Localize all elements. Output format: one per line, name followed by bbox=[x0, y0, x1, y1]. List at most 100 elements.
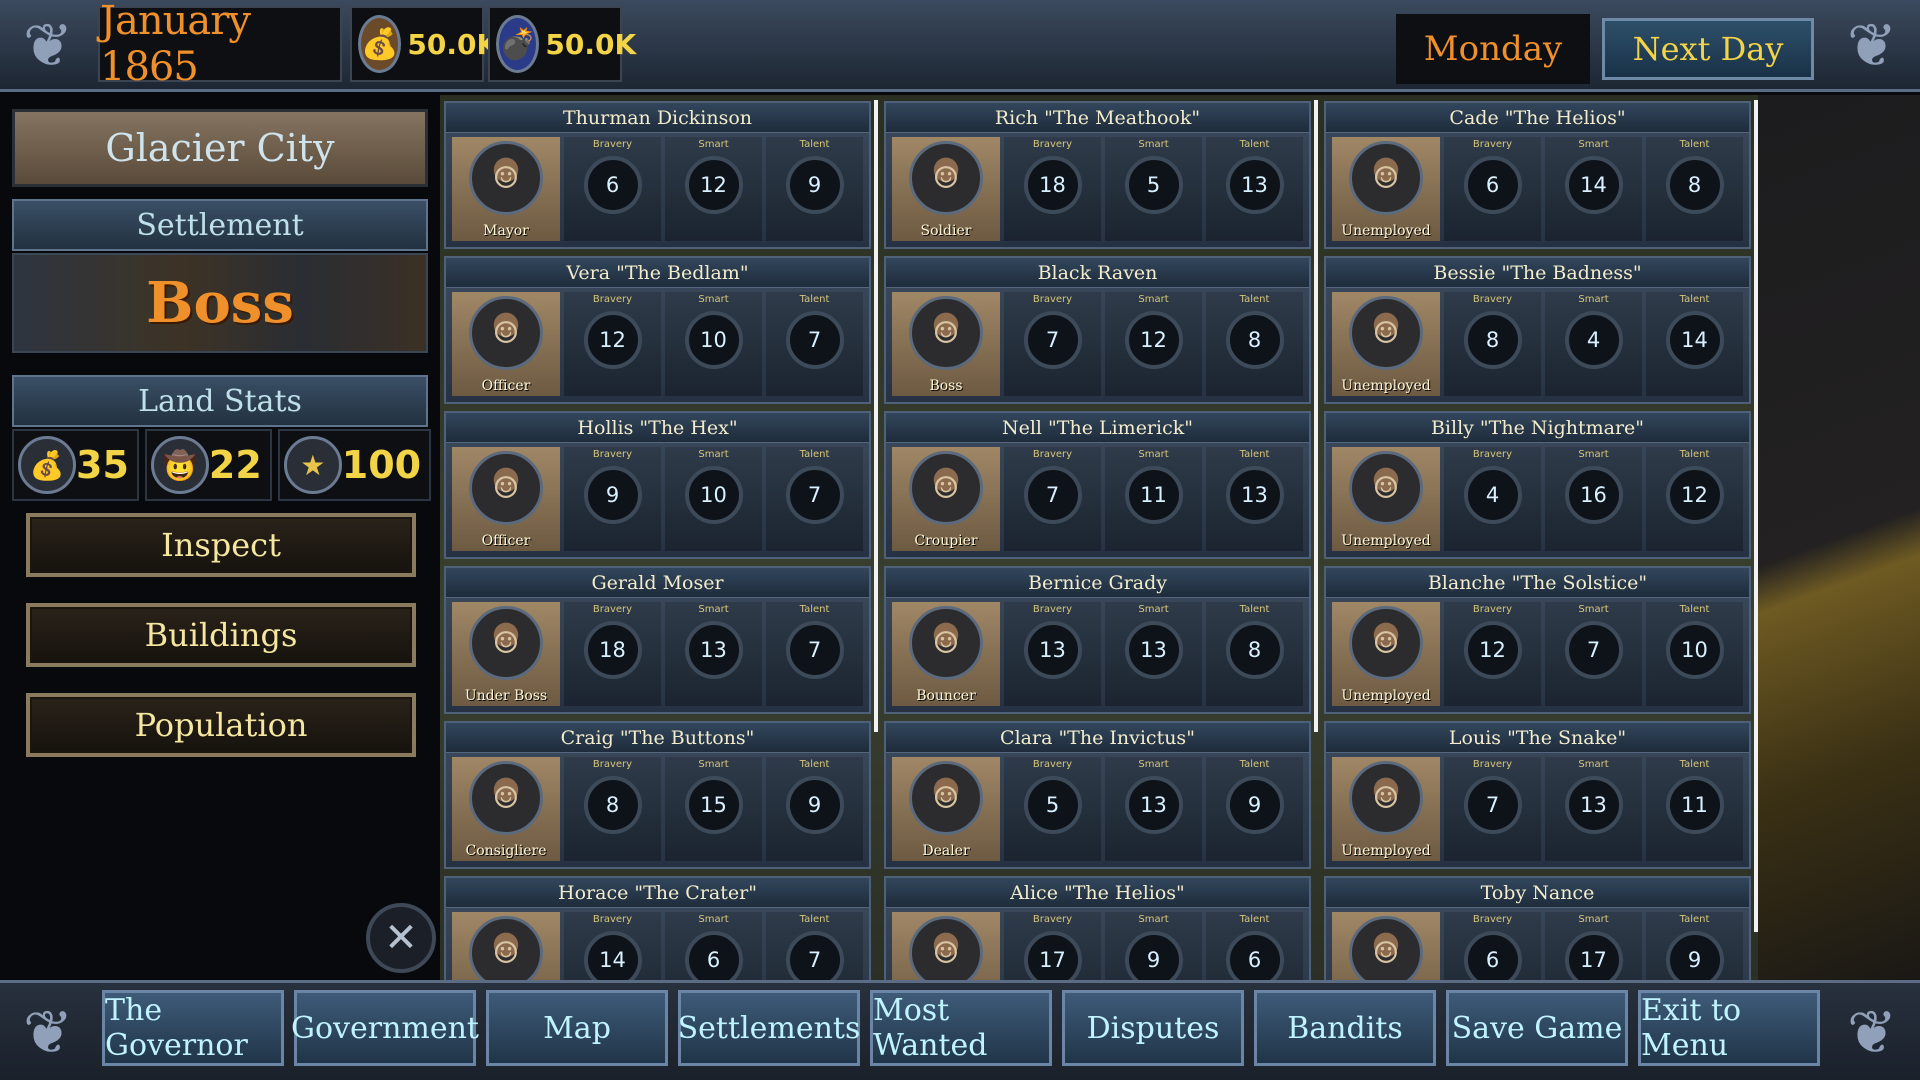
smart-stat: Smart 6 bbox=[665, 912, 762, 980]
smart-stat: Smart 4 bbox=[1545, 292, 1642, 396]
bravery-label: Bravery bbox=[1472, 294, 1513, 305]
government-button[interactable]: Government bbox=[291, 990, 479, 1066]
most-wanted-button[interactable]: Most Wanted bbox=[870, 990, 1052, 1066]
person-body: ☺ Consigliere Bravery 8 Smart 15 Talent … bbox=[452, 757, 863, 861]
smart-value: 10 bbox=[684, 466, 743, 524]
person-card[interactable]: Alice "The Helios" ☺ Bravery 17 Smart 9 … bbox=[884, 876, 1311, 980]
person-card[interactable]: Horace "The Crater" ☺ Bravery 14 Smart 6… bbox=[444, 876, 871, 980]
person-card[interactable]: Hollis "The Hex" ☺ Officer Bravery 9 Sma… bbox=[444, 411, 871, 559]
person-card[interactable]: Thurman Dickinson ☺ Mayor Bravery 6 Smar… bbox=[444, 101, 871, 249]
money-bag-icon: 💰 bbox=[18, 436, 76, 494]
bravery-value: 7 bbox=[1463, 776, 1522, 834]
bravery-value: 8 bbox=[1463, 311, 1522, 369]
bravery-label: Bravery bbox=[1472, 604, 1513, 615]
person-card[interactable]: Vera "The Bedlam" ☺ Officer Bravery 12 S… bbox=[444, 256, 871, 404]
governor-button[interactable]: The Governor bbox=[102, 990, 284, 1066]
person-card[interactable]: Nell "The Limerick" ☺ Croupier Bravery 7… bbox=[884, 411, 1311, 559]
person-role: Unemployed bbox=[1341, 378, 1431, 394]
person-card[interactable]: Bessie "The Badness" ☺ Unemployed Braver… bbox=[1324, 256, 1751, 404]
talent-value: 14 bbox=[1665, 311, 1724, 369]
person-card[interactable]: Toby Nance ☺ Bravery 6 Smart 17 Talent 9 bbox=[1324, 876, 1751, 980]
smart-label: Smart bbox=[1578, 604, 1609, 615]
talent-value: 8 bbox=[1665, 156, 1724, 214]
settlement-title: Boss bbox=[146, 270, 294, 336]
person-name: Black Raven bbox=[886, 258, 1309, 288]
bravery-value: 5 bbox=[1023, 776, 1082, 834]
settlements-button[interactable]: Settlements bbox=[678, 990, 860, 1066]
person-role: Croupier bbox=[914, 533, 978, 549]
person-portrait-icon: ☺ bbox=[1349, 916, 1423, 980]
column-scrollbar[interactable] bbox=[1754, 100, 1758, 932]
person-card[interactable]: Blanche "The Solstice" ☺ Unemployed Brav… bbox=[1324, 566, 1751, 714]
smart-stat: Smart 10 bbox=[665, 447, 762, 551]
inspect-button[interactable]: Inspect bbox=[26, 513, 416, 577]
person-body: ☺ Mayor Bravery 6 Smart 12 Talent 9 bbox=[452, 137, 863, 241]
map-button[interactable]: Map bbox=[486, 990, 668, 1066]
bravery-value: 12 bbox=[1463, 621, 1522, 679]
person-card[interactable]: Louis "The Snake" ☺ Unemployed Bravery 7… bbox=[1324, 721, 1751, 869]
bandits-button[interactable]: Bandits bbox=[1254, 990, 1436, 1066]
column-scrollbar[interactable] bbox=[1314, 100, 1318, 732]
money-bag-icon: 💰 bbox=[358, 15, 402, 73]
smart-value: 12 bbox=[1124, 311, 1183, 369]
person-card[interactable]: Clara "The Invictus" ☺ Dealer Bravery 5 … bbox=[884, 721, 1311, 869]
person-card[interactable]: Craig "The Buttons" ☺ Consigliere Braver… bbox=[444, 721, 871, 869]
talent-label: Talent bbox=[1239, 759, 1270, 770]
talent-label: Talent bbox=[799, 914, 830, 925]
bravery-stat: Bravery 5 bbox=[1004, 757, 1101, 861]
person-card[interactable]: Cade "The Helios" ☺ Unemployed Bravery 6… bbox=[1324, 101, 1751, 249]
bravery-label: Bravery bbox=[592, 139, 633, 150]
close-x-icon[interactable]: ✕ bbox=[366, 903, 436, 973]
person-role: Mayor bbox=[483, 223, 529, 239]
talent-stat: Talent 7 bbox=[766, 602, 863, 706]
buildings-button[interactable]: Buildings bbox=[26, 603, 416, 667]
smart-label: Smart bbox=[698, 294, 729, 305]
talent-stat: Talent 9 bbox=[766, 137, 863, 241]
smart-stat: Smart 12 bbox=[665, 137, 762, 241]
bravery-stat: Bravery 4 bbox=[1444, 447, 1541, 551]
person-role: Officer bbox=[481, 533, 531, 549]
ammo-resource: 💣 50.0K bbox=[488, 6, 636, 82]
bravery-value: 9 bbox=[583, 466, 642, 524]
smart-stat: Smart 11 bbox=[1105, 447, 1202, 551]
exit-to-menu-button[interactable]: Exit to Menu bbox=[1638, 990, 1820, 1066]
city-name: Glacier City bbox=[12, 109, 428, 187]
scene-backdrop bbox=[1758, 95, 1920, 980]
bravery-value: 17 bbox=[1023, 931, 1082, 980]
person-portrait-icon: ☺ bbox=[1349, 141, 1423, 215]
bravery-value: 4 bbox=[1463, 466, 1522, 524]
smart-label: Smart bbox=[1578, 914, 1609, 925]
population-button[interactable]: Population bbox=[26, 693, 416, 757]
star-icon: ★ bbox=[283, 436, 342, 494]
person-body: ☺ Unemployed Bravery 12 Smart 7 Talent 1… bbox=[1332, 602, 1743, 706]
bravery-label: Bravery bbox=[1472, 449, 1513, 460]
settlement-panel: Glacier City Settlement Boss Land Stats … bbox=[0, 95, 440, 975]
land-stat-money: 💰 35 bbox=[12, 429, 139, 501]
person-card[interactable]: Gerald Moser ☺ Under Boss Bravery 18 Sma… bbox=[444, 566, 871, 714]
smart-value: 5 bbox=[1124, 156, 1183, 214]
bravery-stat: Bravery 12 bbox=[1444, 602, 1541, 706]
smart-stat: Smart 7 bbox=[1545, 602, 1642, 706]
person-card[interactable]: Rich "The Meathook" ☺ Soldier Bravery 18… bbox=[884, 101, 1311, 249]
talent-label: Talent bbox=[799, 604, 830, 615]
portrait-cell: ☺ Unemployed bbox=[1332, 757, 1440, 861]
next-day-button[interactable]: Next Day bbox=[1602, 18, 1814, 80]
person-card[interactable]: Billy "The Nightmare" ☺ Unemployed Brave… bbox=[1324, 411, 1751, 559]
smart-label: Smart bbox=[698, 759, 729, 770]
column-scrollbar[interactable] bbox=[874, 100, 878, 732]
disputes-button[interactable]: Disputes bbox=[1062, 990, 1244, 1066]
ornament-corner-icon: ❦ bbox=[1846, 11, 1898, 81]
ammo-value: 50.0K bbox=[545, 27, 637, 61]
smart-value: 13 bbox=[1564, 776, 1623, 834]
talent-label: Talent bbox=[799, 449, 830, 460]
person-card[interactable]: Black Raven ☺ Boss Bravery 7 Smart 12 Ta… bbox=[884, 256, 1311, 404]
bravery-stat: Bravery 18 bbox=[564, 602, 661, 706]
smart-label: Smart bbox=[698, 449, 729, 460]
person-name: Louis "The Snake" bbox=[1326, 723, 1749, 753]
save-game-button[interactable]: Save Game bbox=[1446, 990, 1628, 1066]
bravery-stat: Bravery 8 bbox=[564, 757, 661, 861]
portrait-cell: ☺ Soldier bbox=[892, 137, 1000, 241]
talent-stat: Talent 7 bbox=[766, 447, 863, 551]
person-card[interactable]: Bernice Grady ☺ Bouncer Bravery 13 Smart… bbox=[884, 566, 1311, 714]
portrait-cell: ☺ Boss bbox=[892, 292, 1000, 396]
